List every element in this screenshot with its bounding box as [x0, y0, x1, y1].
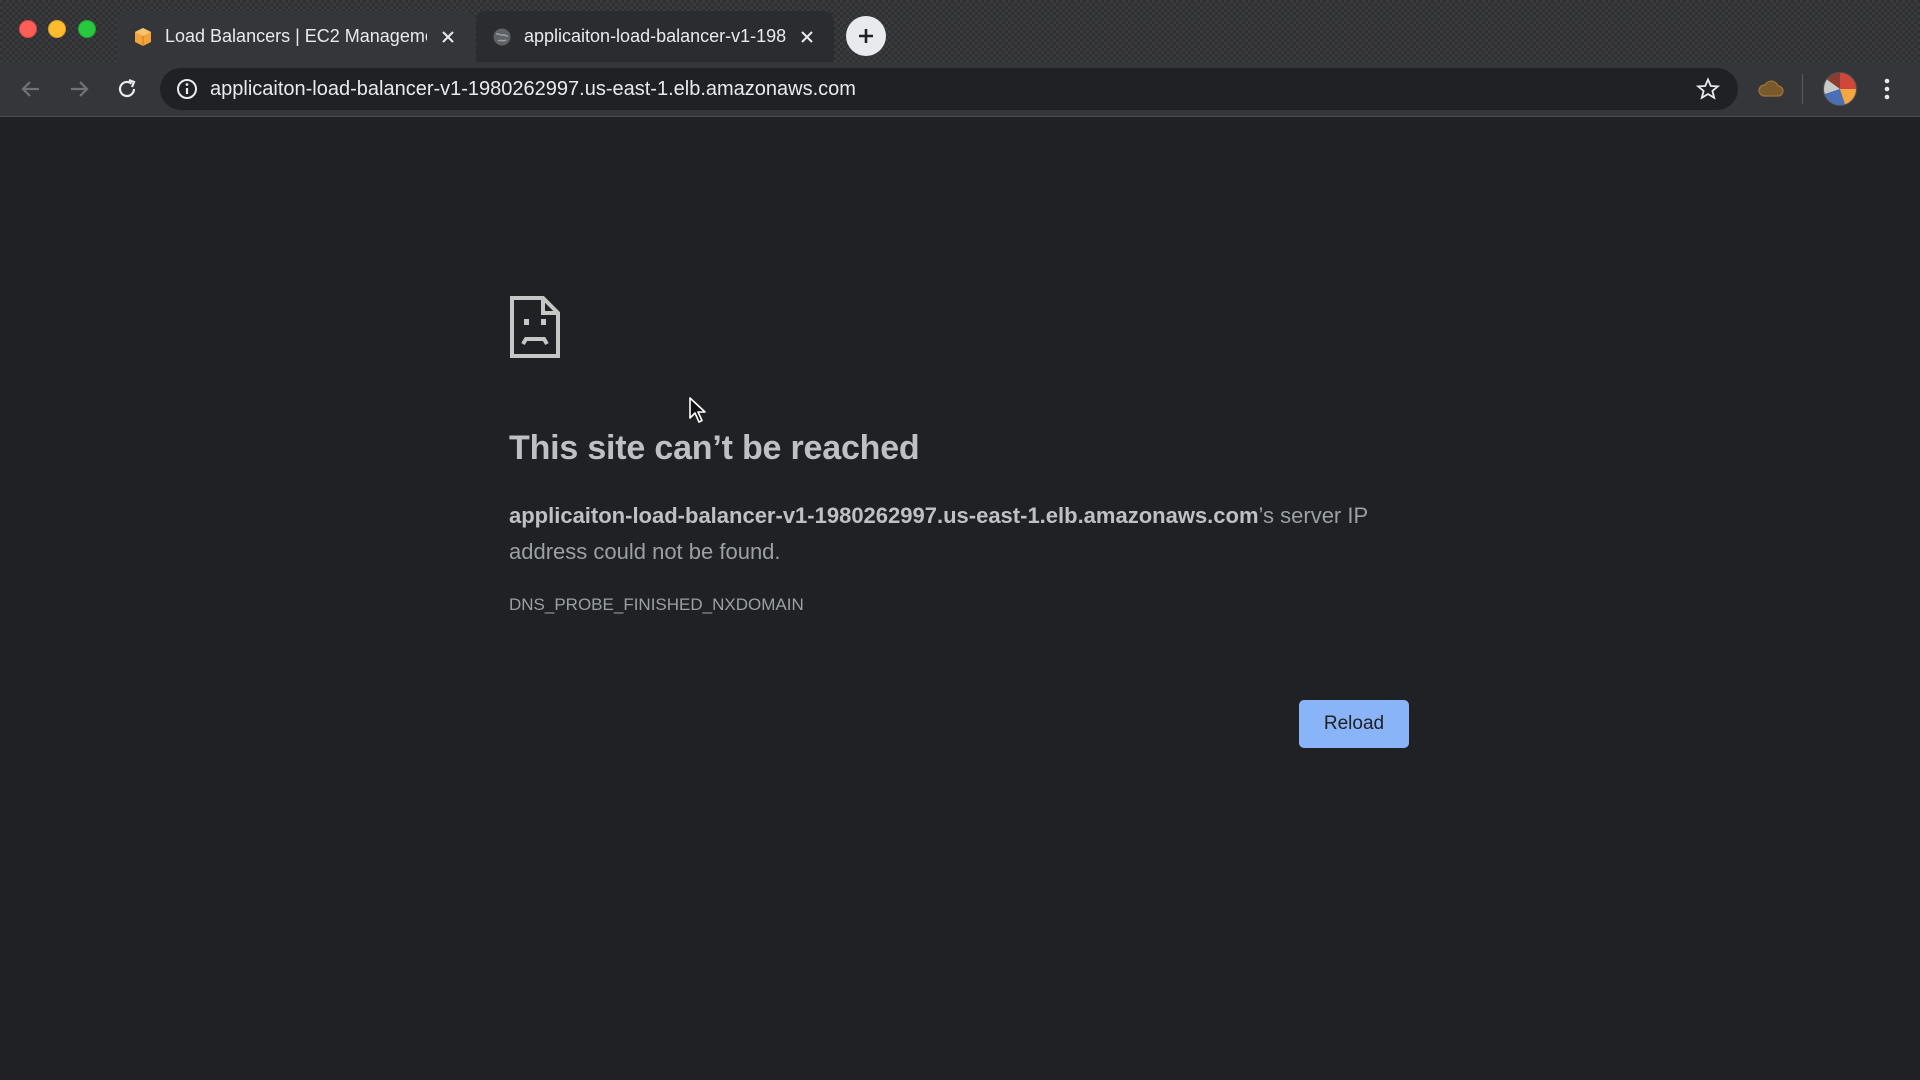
browser-toolbar: applicaiton-load-balancer-v1-1980262997.… [0, 62, 1920, 117]
globe-icon [493, 28, 511, 45]
error-title: This site can’t be reached [509, 429, 920, 467]
aws-cube-icon [135, 27, 151, 46]
error-description: applicaiton-load-balancer-v1-1980262997.… [509, 498, 1429, 570]
tab-strip: Load Balancers | EC2 Management Console … [0, 0, 1920, 62]
tab-load-balancers[interactable]: Load Balancers | EC2 Management Console [117, 11, 475, 62]
mouse-cursor-icon [689, 397, 706, 423]
info-icon[interactable] [176, 78, 198, 100]
close-tab-icon[interactable] [437, 26, 459, 48]
star-icon[interactable] [1696, 77, 1720, 101]
toolbar-divider [1802, 74, 1803, 104]
plus-icon [859, 29, 873, 43]
menu-kebab-icon[interactable] [1872, 74, 1902, 104]
back-button[interactable] [12, 70, 50, 108]
minimize-window-button[interactable] [48, 20, 66, 38]
arrow-left-icon [21, 81, 39, 97]
close-window-button[interactable] [19, 20, 37, 38]
url-text: applicaiton-load-balancer-v1-1980262997.… [210, 77, 856, 100]
sad-document-icon [510, 296, 560, 358]
reload-toolbar-button[interactable] [108, 70, 146, 108]
browser-window: Load Balancers | EC2 Management Console … [0, 0, 1920, 1080]
profile-avatar[interactable] [1823, 72, 1857, 106]
error-code: DNS_PROBE_FINISHED_NXDOMAIN [509, 595, 804, 614]
tab-title: applicaiton-load-balancer-v1-1980262997.… [524, 26, 786, 46]
tab-title: Load Balancers | EC2 Management Console [165, 26, 427, 46]
extension-cloud-icon[interactable] [1756, 74, 1786, 104]
arrow-right-icon [71, 81, 89, 97]
address-bar[interactable]: applicaiton-load-balancer-v1-1980262997.… [160, 68, 1738, 110]
forward-button[interactable] [60, 70, 98, 108]
new-tab-button[interactable] [846, 16, 886, 56]
error-page: This site can’t be reached applicaiton-l… [0, 117, 1920, 1080]
tab-load-balancer-site[interactable]: applicaiton-load-balancer-v1-1980262997.… [476, 11, 834, 62]
error-host: applicaiton-load-balancer-v1-1980262997.… [509, 503, 1259, 528]
refresh-icon [118, 78, 136, 98]
reload-button[interactable]: Reload [1299, 700, 1409, 748]
close-tab-icon[interactable] [796, 26, 818, 48]
zoom-window-button[interactable] [78, 20, 96, 38]
